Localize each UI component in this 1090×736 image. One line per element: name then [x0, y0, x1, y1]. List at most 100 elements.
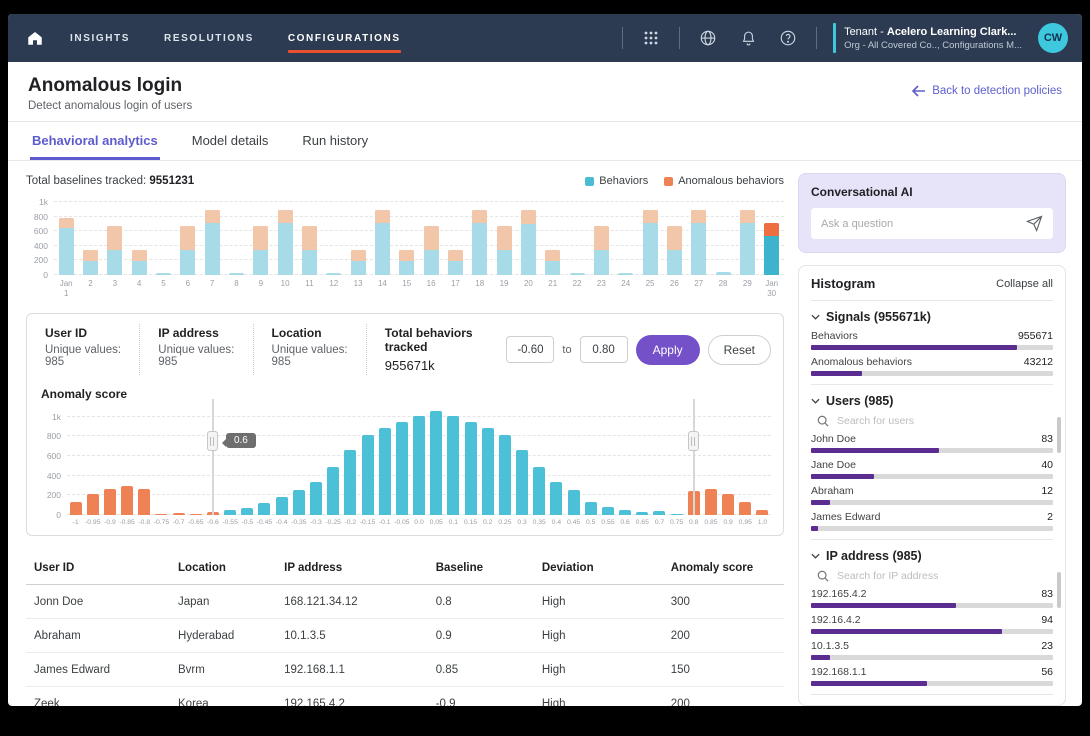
anomaly-score-chart: 02004006008001k0.6 -1-0.95-0.9-0.85-0.8-… [39, 407, 771, 527]
baseline-bar [351, 250, 366, 275]
tab-behavioral-analytics[interactable]: Behavioral analytics [30, 122, 160, 160]
anomalous-segment [667, 226, 682, 250]
bar-slot [170, 407, 187, 515]
anomalous-segment [497, 226, 512, 250]
bar-slot [468, 195, 492, 275]
x-axis-label: 0.7 [651, 519, 668, 527]
x-axis-label: 22 [565, 279, 589, 299]
bar-slot [541, 195, 565, 275]
histogram-section-header[interactable]: Signals (955671k) [811, 310, 1053, 324]
anomaly-bar [705, 489, 717, 515]
histogram-item: 192.168.1.156 [811, 666, 1053, 686]
notifications-button[interactable] [736, 26, 760, 50]
table-cell: High [534, 585, 663, 619]
scrollbar-thumb[interactable] [1057, 417, 1061, 453]
y-axis-label: 1k [26, 197, 48, 207]
tenant-line1: Tenant - Acelero Learning Clark... [844, 26, 1022, 38]
baseline-bar [326, 273, 341, 275]
x-axis-label: 10 [273, 279, 297, 299]
nav-item-resolutions[interactable]: RESOLUTIONS [164, 14, 254, 62]
tab-run-history[interactable]: Run history [300, 122, 370, 160]
scrollbar-thumb[interactable] [1057, 572, 1061, 608]
to-label: to [562, 344, 571, 356]
anomalous-segment [180, 226, 195, 250]
tenant-info[interactable]: Tenant - Acelero Learning Clark... Org -… [833, 23, 1022, 53]
histogram-item-label: Behaviors [811, 330, 858, 342]
anomaly-bar [499, 435, 511, 515]
slider-handle-upper[interactable] [688, 431, 699, 451]
bar-slot [67, 407, 84, 515]
histogram-section-header[interactable]: Location (985) [811, 704, 1053, 706]
y-axis-label: 0 [26, 270, 48, 280]
anomalous-segment [399, 250, 414, 261]
bar-slot [78, 195, 102, 275]
bar-slot [256, 407, 273, 515]
bar-slot [492, 195, 516, 275]
user-avatar[interactable]: CW [1038, 23, 1068, 53]
table-cell: 150 [663, 653, 784, 687]
bar-slot [370, 195, 394, 275]
home-button[interactable] [26, 29, 44, 47]
filter-field-title: Total behaviors tracked [385, 326, 489, 354]
bar-slot [224, 195, 248, 275]
histogram-item-track [811, 603, 1053, 608]
anomaly-bar [327, 467, 339, 515]
x-axis-label: -0.35 [290, 519, 307, 527]
ask-question-input[interactable] [821, 218, 1026, 230]
bar-slot [754, 407, 771, 515]
baseline-bar [132, 250, 147, 275]
range-to-input[interactable] [580, 336, 628, 363]
slider-handle-lower[interactable] [207, 431, 218, 451]
anomaly-bar [396, 422, 408, 515]
section-search-input[interactable] [837, 415, 1053, 427]
table-cell: Bvrm [170, 653, 276, 687]
histogram-item-track [811, 655, 1053, 660]
back-to-detection-policies-link[interactable]: Back to detection policies [912, 85, 1062, 97]
table-cell: -0.9 [428, 687, 534, 706]
range-from-input[interactable] [506, 336, 554, 363]
x-axis-label: 0.25 [496, 519, 513, 527]
histogram-panel: Histogram Collapse all Signals (955671k)… [798, 265, 1066, 706]
bar-slot [273, 195, 297, 275]
baseline-bar [472, 210, 487, 275]
divider [622, 27, 623, 49]
histogram-item-row: James Edward2 [811, 511, 1053, 523]
apply-button[interactable]: Apply [636, 335, 700, 365]
histogram-item-value: 83 [1041, 588, 1053, 600]
histogram-section-header[interactable]: IP address (985) [811, 549, 1053, 563]
y-axis-label: 1k [39, 412, 61, 422]
baseline-bar [643, 210, 658, 275]
table-cell: Japan [170, 585, 276, 619]
chevron-down-icon [811, 398, 820, 404]
legend-swatch [664, 177, 673, 186]
language-button[interactable] [696, 26, 720, 50]
bell-icon [740, 30, 757, 47]
bar-slot [249, 195, 273, 275]
filter-field-value: Unique values: 985 [272, 344, 348, 368]
reset-button[interactable]: Reset [708, 335, 771, 365]
histogram-section: IP address (985)192.165.4.283192.16.4.29… [811, 540, 1053, 695]
send-icon[interactable] [1026, 215, 1043, 232]
histogram-section-header[interactable]: Users (985) [811, 394, 1053, 408]
table-header-cell: Baseline [428, 552, 534, 585]
bar-slot [342, 407, 359, 515]
tab-model-details[interactable]: Model details [190, 122, 271, 160]
anomaly-bar [379, 428, 391, 515]
anomaly-bar [173, 513, 185, 515]
legend-item: Behaviors [585, 175, 648, 187]
section-search-input[interactable] [837, 570, 1053, 582]
apps-grid-button[interactable] [639, 26, 663, 50]
x-axis-label: -1 [67, 519, 84, 527]
nav-item-insights[interactable]: INSIGHTS [70, 14, 130, 62]
table-cell: Zeek [26, 687, 170, 706]
anomalous-segment [448, 250, 463, 261]
nav-item-configurations[interactable]: CONFIGURATIONS [288, 14, 401, 62]
histogram-header: Histogram Collapse all [811, 276, 1053, 301]
collapse-all-link[interactable]: Collapse all [996, 278, 1053, 290]
x-axis-label: 29 [735, 279, 759, 299]
help-button[interactable] [776, 26, 800, 50]
x-axis-label: 18 [468, 279, 492, 299]
histogram-item-value: 94 [1041, 614, 1053, 626]
legend-item: Anomalous behaviors [664, 175, 784, 187]
anomalous-segment [764, 223, 779, 235]
